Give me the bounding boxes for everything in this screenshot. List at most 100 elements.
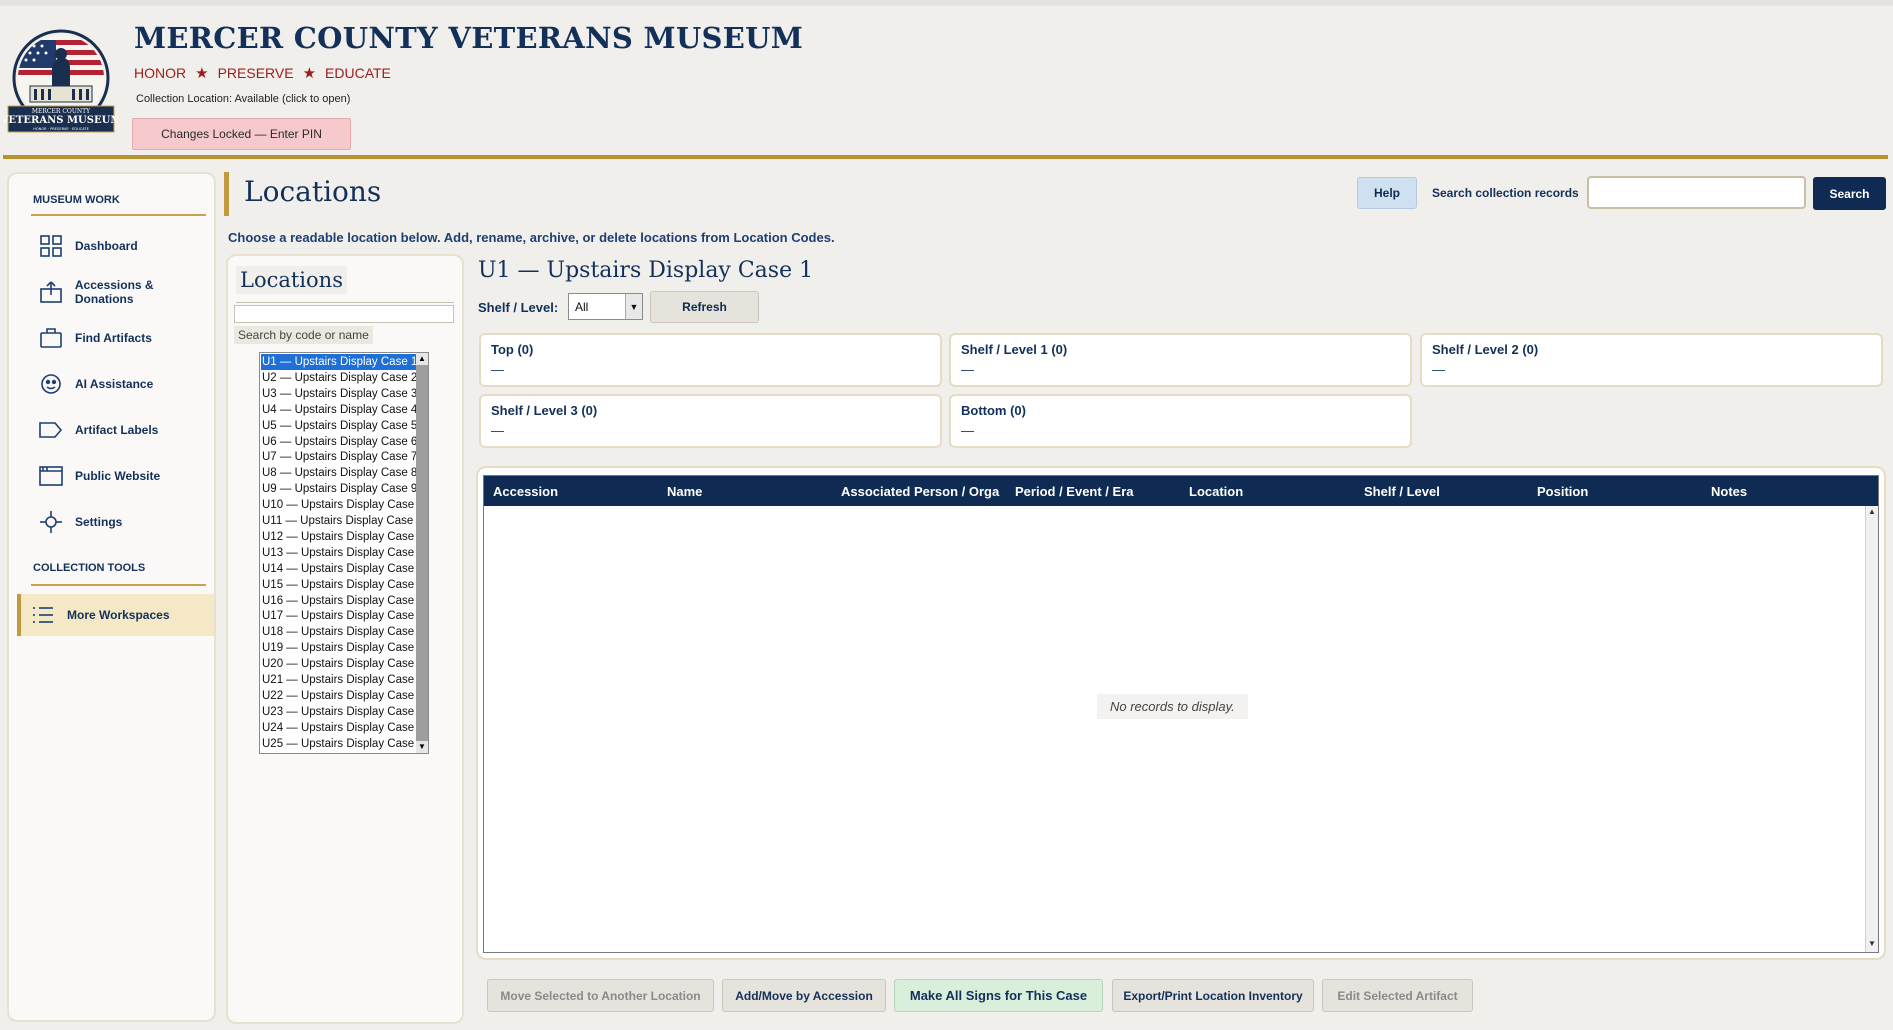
location-list-item[interactable]: U25 — Upstairs Display Case 25 xyxy=(261,736,416,752)
table-header: Accession Name Associated Person / Orga … xyxy=(484,476,1878,506)
refresh-button[interactable]: Refresh xyxy=(650,291,759,323)
sidebar-item-public-website[interactable]: Public Website xyxy=(25,458,215,494)
make-all-signs-button[interactable]: Make All Signs for This Case xyxy=(894,979,1103,1012)
shelf-card-level-3[interactable]: Shelf / Level 3 (0) — xyxy=(479,394,942,448)
location-list-item[interactable]: U20 — Upstairs Display Case 20 xyxy=(261,656,416,672)
page-subtitle: Choose a readable location below. Add, r… xyxy=(228,230,835,245)
shelf-card-title: Shelf / Level 1 (0) xyxy=(961,342,1068,357)
help-button[interactable]: Help xyxy=(1357,177,1417,209)
shelf-level-select[interactable]: All ▼ xyxy=(568,293,643,320)
shelf-card-level-2[interactable]: Shelf / Level 2 (0) — xyxy=(1420,333,1883,387)
column-header-location[interactable]: Location xyxy=(1189,484,1324,499)
location-list-item[interactable]: U5 — Upstairs Display Case 5 xyxy=(261,418,416,434)
location-list-item[interactable]: U11 — Upstairs Display Case 11 xyxy=(261,513,416,529)
location-list-item[interactable]: U12 — Upstairs Display Case 12 xyxy=(261,529,416,545)
chevron-down-icon: ▼ xyxy=(625,294,642,319)
sidebar-item-label: AI Assistance xyxy=(75,377,154,391)
search-input[interactable] xyxy=(1587,176,1806,209)
location-list-item[interactable]: U22 — Upstairs Display Case 22 xyxy=(261,688,416,704)
settings-icon xyxy=(37,508,65,536)
tagline-educate: EDUCATE xyxy=(325,65,391,81)
location-list-item[interactable]: U15 — Upstairs Display Case 15 xyxy=(261,577,416,593)
search-button[interactable]: Search xyxy=(1813,177,1886,210)
sidebar-item-label: Find Artifacts xyxy=(75,331,152,345)
changes-locked-button[interactable]: Changes Locked — Enter PIN xyxy=(132,118,351,150)
scroll-up-icon[interactable]: ▲ xyxy=(1866,506,1878,518)
location-list-item[interactable]: U18 — Upstairs Display Case 18 xyxy=(261,624,416,640)
move-to-location-button[interactable]: Move Selected to Another Location xyxy=(487,979,714,1012)
sidebar-item-label: More Workspaces xyxy=(67,608,170,622)
sidebar-item-accessions[interactable]: Accessions & Donations xyxy=(25,274,215,310)
website-icon xyxy=(37,462,65,490)
collection-location-link[interactable]: Collection Location: Available (click to… xyxy=(136,93,350,105)
sidebar-item-more-workspaces[interactable]: More Workspaces xyxy=(17,594,214,636)
sidebar-item-ai-assistance[interactable]: AI Assistance xyxy=(25,366,215,402)
column-header-associated-person[interactable]: Associated Person / Orga xyxy=(841,484,1003,499)
locations-scrollbar[interactable]: ▲ ▼ xyxy=(416,353,428,753)
ai-face-icon xyxy=(37,370,65,398)
sidebar-item-settings[interactable]: Settings xyxy=(25,504,215,540)
column-header-notes[interactable]: Notes xyxy=(1711,484,1846,499)
location-list-item[interactable]: U1 — Upstairs Display Case 1 xyxy=(261,354,416,370)
column-header-accession[interactable]: Accession xyxy=(493,484,628,499)
sidebar-item-dashboard[interactable]: Dashboard xyxy=(25,228,215,264)
sidebar-item-artifact-labels[interactable]: Artifact Labels xyxy=(25,412,215,448)
dashboard-icon xyxy=(37,232,65,260)
scroll-down-icon[interactable]: ▼ xyxy=(1866,938,1878,950)
column-header-period[interactable]: Period / Event / Era xyxy=(1015,484,1180,499)
column-header-name[interactable]: Name xyxy=(667,484,802,499)
column-header-position[interactable]: Position xyxy=(1537,484,1672,499)
shelf-card-level-1[interactable]: Shelf / Level 1 (0) — xyxy=(949,333,1412,387)
sidebar-item-label: Public Website xyxy=(75,469,161,483)
shelf-level-value: All xyxy=(575,299,589,314)
location-list-item[interactable]: U3 — Upstairs Display Case 3 xyxy=(261,386,416,402)
table-scrollbar[interactable]: ▲ ▼ xyxy=(1865,506,1878,952)
location-filter-input[interactable] xyxy=(234,305,454,323)
export-location-inventory-button[interactable]: Export/Print Location Inventory xyxy=(1112,979,1314,1012)
tagline-honor: HONOR xyxy=(134,65,187,81)
location-list-item[interactable]: U7 — Upstairs Display Case 7 xyxy=(261,449,416,465)
location-list-item[interactable]: U8 — Upstairs Display Case 8 xyxy=(261,465,416,481)
shelf-card-title: Shelf / Level 2 (0) xyxy=(1432,342,1539,357)
page-title: Locations xyxy=(244,175,382,208)
location-list-item[interactable]: U6 — Upstairs Display Case 6 xyxy=(261,434,416,450)
location-list-item[interactable]: U17 — Upstairs Display Case 17 xyxy=(261,608,416,624)
locations-listbox[interactable]: U1 — Upstairs Display Case 1 U2 — Upstair… xyxy=(259,352,429,754)
shelf-card-top[interactable]: Top (0) — xyxy=(479,333,942,387)
add-move-by-accession-button[interactable]: Add/Move by Accession xyxy=(722,979,886,1012)
location-list-item[interactable]: U21 — Upstairs Display Case 21 xyxy=(261,672,416,688)
location-list-item[interactable]: U13 — Upstairs Display Case 13 xyxy=(261,545,416,561)
shelf-card-bottom[interactable]: Bottom (0) — xyxy=(949,394,1412,448)
header-divider xyxy=(3,155,1888,159)
scroll-down-icon[interactable]: ▼ xyxy=(416,741,428,753)
briefcase-icon xyxy=(37,324,65,352)
location-list-item[interactable]: U23 — Upstairs Display Case 23 xyxy=(261,704,416,720)
shelf-card-title: Bottom (0) xyxy=(961,403,1026,418)
location-list-item[interactable]: U16 — Upstairs Display Case 16 xyxy=(261,593,416,609)
section-collection-tools: COLLECTION TOOLS xyxy=(33,562,146,574)
location-list-item[interactable]: U4 — Upstairs Display Case 4 xyxy=(261,402,416,418)
search-label: Search collection records xyxy=(1432,186,1579,200)
shelf-card-detail: — xyxy=(491,423,504,438)
logo-sub-text: HONOR · PRESERVE · EDUCATE xyxy=(33,127,89,131)
edit-selected-artifact-button[interactable]: Edit Selected Artifact xyxy=(1322,979,1473,1012)
museum-logo: MERCER COUNTY VETERANS MUSEUM HONOR · PR… xyxy=(0,28,121,136)
section-museum-work: MUSEUM WORK xyxy=(33,194,120,206)
location-list-item[interactable]: U10 — Upstairs Display Case 10 xyxy=(261,497,416,513)
section-rule xyxy=(31,584,206,586)
column-header-shelf-level[interactable]: Shelf / Level xyxy=(1364,484,1499,499)
shelf-card-title: Shelf / Level 3 (0) xyxy=(491,403,598,418)
scroll-up-icon[interactable]: ▲ xyxy=(416,353,428,365)
location-list-item[interactable]: U19 — Upstairs Display Case 19 xyxy=(261,640,416,656)
location-list-item[interactable]: U9 — Upstairs Display Case 9 xyxy=(261,481,416,497)
location-list-item[interactable]: U24 — Upstairs Display Case 24 xyxy=(261,720,416,736)
list-icon xyxy=(29,601,57,629)
accessions-icon xyxy=(37,278,65,306)
shelf-card-detail: — xyxy=(491,362,504,377)
locations-divider xyxy=(236,302,454,303)
museum-title: MERCER COUNTY VETERANS MUSEUM xyxy=(134,21,804,55)
sidebar-item-find-artifacts[interactable]: Find Artifacts xyxy=(25,320,215,356)
location-list-item[interactable]: U2 — Upstairs Display Case 2 xyxy=(261,370,416,386)
sidebar-item-label: Artifact Labels xyxy=(75,423,159,437)
location-list-item[interactable]: U14 — Upstairs Display Case 14 xyxy=(261,561,416,577)
